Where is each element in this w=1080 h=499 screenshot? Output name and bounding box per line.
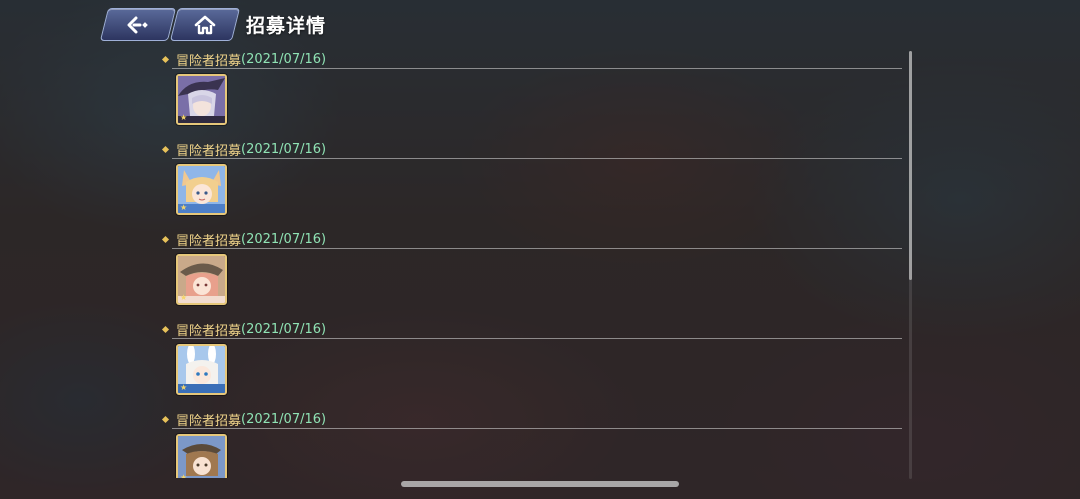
home-indicator-bar[interactable]: [401, 481, 679, 487]
entry-title: 冒险者招募: [176, 323, 242, 339]
entry-date: (2021/07/16): [241, 231, 327, 247]
page-title: 招募详情: [246, 15, 327, 37]
diamond-bullet-icon: [161, 325, 170, 333]
entry-header: 冒险者招募 (2021/07/16): [160, 140, 902, 159]
star-rarity-icon: ★: [180, 203, 188, 212]
diamond-bullet-icon: [161, 145, 170, 153]
divider: [172, 338, 902, 339]
entry-title: 冒险者招募: [176, 53, 242, 69]
entry-header: 冒险者招募 (2021/07/16): [160, 230, 902, 249]
divider: [172, 68, 902, 69]
entry-date: (2021/07/16): [241, 51, 327, 67]
character-avatar[interactable]: ★: [176, 344, 227, 395]
top-bar: 招募详情: [104, 8, 326, 41]
scrollbar-thumb[interactable]: [909, 51, 912, 280]
list-item: 冒险者招募 (2021/07/16) ★: [160, 136, 904, 226]
entry-title: 冒险者招募: [176, 413, 242, 429]
home-button[interactable]: [174, 8, 236, 41]
character-avatar[interactable]: ★: [176, 164, 227, 215]
recruit-list: 冒险者招募 (2021/07/16) ★ 冒险者招募 (2021/07/16): [160, 46, 904, 478]
character-avatar[interactable]: ★: [176, 254, 227, 305]
back-button[interactable]: [104, 8, 172, 41]
entry-title: 冒险者招募: [176, 233, 242, 249]
list-item: 冒险者招募 (2021/07/16) ★: [160, 406, 904, 478]
back-arrow-icon: [127, 16, 148, 33]
divider: [172, 428, 902, 429]
character-avatar[interactable]: ★: [176, 434, 227, 478]
entry-title: 冒险者招募: [176, 143, 242, 159]
entry-header: 冒险者招募 (2021/07/16): [160, 50, 902, 69]
entry-header: 冒险者招募 (2021/07/16): [160, 320, 902, 339]
diamond-bullet-icon: [161, 55, 170, 63]
divider: [172, 158, 902, 159]
star-rarity-icon: ★: [180, 473, 188, 479]
star-rarity-icon: ★: [180, 383, 188, 392]
list-item: 冒险者招募 (2021/07/16) ★: [160, 226, 904, 316]
list-item: 冒险者招募 (2021/07/16) ★: [160, 46, 904, 136]
star-rarity-icon: ★: [180, 293, 188, 302]
star-rarity-icon: ★: [180, 113, 188, 122]
entry-date: (2021/07/16): [241, 411, 327, 427]
entry-header: 冒险者招募 (2021/07/16): [160, 410, 902, 429]
divider: [172, 248, 902, 249]
entry-date: (2021/07/16): [241, 321, 327, 337]
diamond-bullet-icon: [161, 235, 170, 243]
home-icon: [194, 15, 216, 34]
list-item: 冒险者招募 (2021/07/16) ★: [160, 316, 904, 406]
entry-date: (2021/07/16): [241, 141, 327, 157]
character-avatar[interactable]: ★: [176, 74, 227, 125]
diamond-bullet-icon: [161, 415, 170, 423]
character-portrait-brown-hair-hat: [178, 436, 225, 478]
